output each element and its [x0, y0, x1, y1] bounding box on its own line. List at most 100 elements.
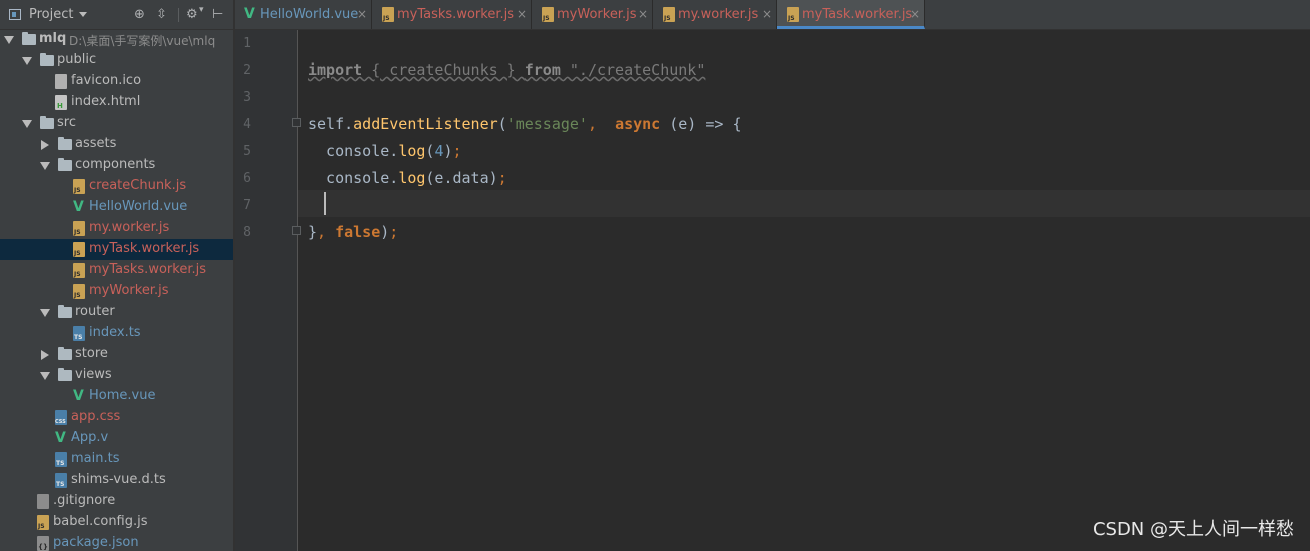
chevron-down-icon[interactable]: [79, 12, 87, 17]
close-icon[interactable]: ×: [910, 7, 920, 21]
expand-arrow-icon[interactable]: [22, 120, 32, 128]
tree-folder-row[interactable]: router: [0, 302, 233, 323]
ts-file-icon: [73, 326, 85, 341]
code-token: (e) => {: [660, 115, 742, 133]
tree-item-label: favicon.ico: [71, 73, 142, 88]
editor-tab[interactable]: my.worker.js×: [653, 0, 777, 29]
tree-file-row[interactable]: shims-vue.d.ts: [0, 470, 233, 491]
expand-arrow-icon[interactable]: [40, 372, 50, 380]
code-token: (: [497, 115, 507, 133]
folder-icon: [58, 158, 72, 171]
code-token: (e.data): [425, 169, 498, 187]
tree-file-row[interactable]: myTask.worker.js: [0, 239, 233, 260]
code-token: }: [308, 223, 318, 241]
tree-folder-row[interactable]: public: [0, 50, 233, 71]
js-file-icon: [73, 242, 85, 257]
tree-folder-row[interactable]: assets: [0, 134, 233, 155]
tree-item-label: index.ts: [89, 325, 141, 340]
hide-panel-icon[interactable]: ⊢: [212, 7, 223, 22]
folder-icon: [40, 116, 54, 129]
vue-file-icon: V: [55, 430, 66, 446]
code-editor[interactable]: [298, 30, 1310, 551]
tree-item-label: router: [75, 304, 115, 319]
close-icon[interactable]: ×: [762, 7, 772, 21]
expand-arrow-icon[interactable]: [22, 57, 32, 65]
code-token: { createChunks }: [362, 61, 525, 79]
tree-file-row[interactable]: package.json: [0, 533, 233, 551]
tree-file-row[interactable]: app.css: [0, 407, 233, 428]
ico-file-icon: [55, 74, 67, 89]
code-line: console.log(4);: [308, 138, 461, 165]
folder-icon: [58, 305, 72, 318]
vue-file-icon: V: [73, 199, 84, 215]
tree-file-row[interactable]: V HelloWorld.vue: [0, 197, 233, 218]
tree-file-row[interactable]: babel.config.js: [0, 512, 233, 533]
js-file-icon: [73, 284, 85, 299]
js-file-icon: [73, 179, 85, 194]
tree-item-label: babel.config.js: [53, 514, 148, 529]
tree-item-label: mlq: [39, 31, 67, 46]
fold-end-icon[interactable]: [292, 226, 301, 235]
locate-target-icon[interactable]: ⊕: [134, 7, 145, 22]
tree-file-row[interactable]: index.ts: [0, 323, 233, 344]
code-token: addEventListener: [353, 115, 498, 133]
tree-file-row[interactable]: createChunk.js: [0, 176, 233, 197]
tree-file-row[interactable]: .gitignore: [0, 491, 233, 512]
tree-file-row[interactable]: my.worker.js: [0, 218, 233, 239]
code-line: console.log(e.data);: [308, 165, 507, 192]
tree-file-row[interactable]: myTasks.worker.js: [0, 260, 233, 281]
code-token: self.: [308, 115, 354, 133]
collapse-arrow-icon[interactable]: [41, 350, 49, 360]
editor-tab[interactable]: myTasks.worker.js×: [372, 0, 532, 29]
tab-label: myWorker.js: [557, 7, 637, 22]
tree-file-row[interactable]: main.ts: [0, 449, 233, 470]
vue-file-icon: V: [244, 6, 255, 22]
tab-label: myTask.worker.js: [802, 7, 913, 22]
gear-dropdown-icon[interactable]: ▾: [199, 5, 204, 15]
tab-label: my.worker.js: [678, 7, 759, 22]
editor-tab[interactable]: myTask.worker.js×: [777, 0, 925, 29]
code-token: ): [443, 142, 453, 160]
editor-tab[interactable]: myWorker.js×: [532, 0, 653, 29]
collapse-arrow-icon[interactable]: [41, 140, 49, 150]
fold-start-icon[interactable]: [292, 118, 301, 127]
gear-icon[interactable]: ⚙: [186, 7, 198, 22]
project-sidebar: Project ⊕ ⇳ ⚙ ▾ ⊢ mlq D:\桌面\手写案例\vue\mlq p…: [0, 0, 233, 551]
line-number: 2: [243, 63, 251, 78]
tree-file-row[interactable]: favicon.ico: [0, 71, 233, 92]
close-icon[interactable]: ×: [638, 7, 648, 21]
tree-folder-row[interactable]: store: [0, 344, 233, 365]
code-token: console.: [308, 169, 399, 187]
expand-arrow-icon[interactable]: [40, 162, 50, 170]
tree-folder-row[interactable]: views: [0, 365, 233, 386]
tree-item-label: assets: [75, 136, 117, 151]
line-number: 6: [243, 171, 251, 186]
tree-item-label: store: [75, 346, 108, 361]
js-file-icon: [542, 7, 554, 22]
tree-file-row[interactable]: index.html: [0, 92, 233, 113]
folder-icon: [58, 137, 72, 150]
folder-icon: [58, 347, 72, 360]
code-line: }, false);: [308, 219, 398, 246]
tree-item-label: myTask.worker.js: [89, 241, 200, 256]
tree-file-row[interactable]: V App.v: [0, 428, 233, 449]
current-line-highlight: [298, 190, 1310, 217]
html-file-icon: [55, 95, 67, 110]
tree-folder-row[interactable]: src: [0, 113, 233, 134]
tree-folder-row[interactable]: mlq D:\桌面\手写案例\vue\mlq: [0, 29, 233, 50]
tab-label: myTasks.worker.js: [397, 7, 514, 22]
tree-item-label: Home.vue: [89, 388, 156, 403]
close-icon[interactable]: ×: [517, 7, 527, 21]
expand-arrow-icon[interactable]: [4, 36, 14, 44]
tree-file-row[interactable]: myWorker.js: [0, 281, 233, 302]
tree-item-label: HelloWorld.vue: [89, 199, 188, 214]
editor-tab[interactable]: V HelloWorld.vue ×: [235, 0, 372, 29]
code-token: log: [398, 142, 426, 160]
close-icon[interactable]: ×: [357, 7, 367, 21]
expand-arrow-icon[interactable]: [40, 309, 50, 317]
project-view-title[interactable]: Project: [29, 7, 73, 22]
tree-file-row[interactable]: V Home.vue: [0, 386, 233, 407]
tree-folder-row[interactable]: components: [0, 155, 233, 176]
tab-label: HelloWorld.vue: [260, 7, 359, 22]
collapse-all-icon[interactable]: ⇳: [156, 7, 167, 22]
